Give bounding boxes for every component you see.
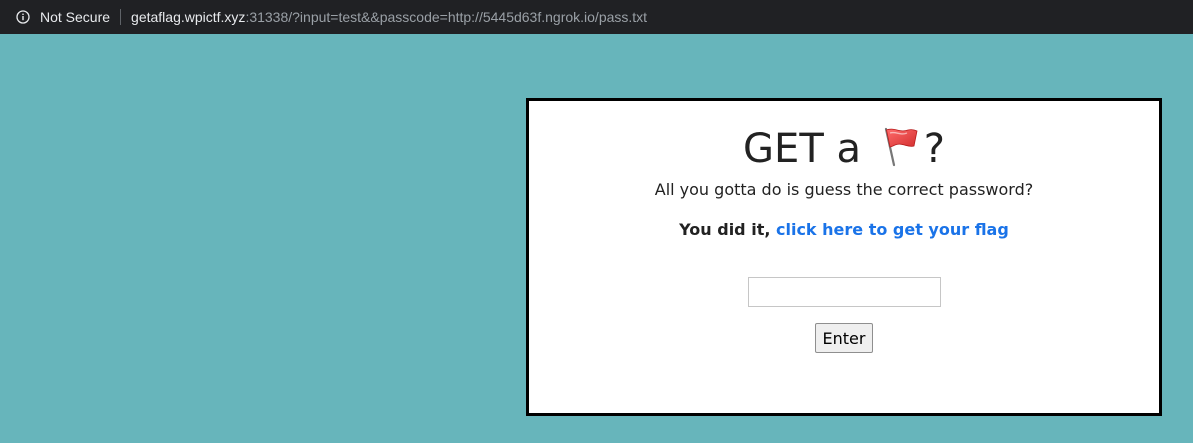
info-icon[interactable] bbox=[16, 10, 30, 24]
title-suffix: ? bbox=[923, 126, 945, 172]
browser-address-bar[interactable]: Not Secure getaflag.wpictf.xyz:31338/?in… bbox=[0, 0, 1193, 34]
url-path: :31338/?input=test&&passcode=http://5445… bbox=[245, 9, 648, 25]
address-separator bbox=[120, 9, 122, 25]
url-host: getaflag.wpictf.xyz bbox=[131, 9, 246, 25]
subtitle: All you gotta do is guess the correct pa… bbox=[654, 180, 1034, 199]
login-panel: GET a ? All you gotta do is guess the co… bbox=[526, 98, 1162, 416]
title-prefix: GET a bbox=[743, 126, 874, 172]
password-input[interactable] bbox=[747, 277, 941, 307]
page-title: GET a ? bbox=[529, 123, 1159, 175]
get-flag-link[interactable]: click here to get your flag bbox=[776, 220, 1009, 239]
red-flag-icon bbox=[878, 124, 922, 168]
success-text: You did it, bbox=[679, 220, 776, 239]
enter-button[interactable]: Enter bbox=[814, 323, 874, 353]
security-status-label[interactable]: Not Secure bbox=[40, 9, 110, 25]
success-message: You did it, click here to get your flag bbox=[529, 219, 1159, 241]
url-text[interactable]: getaflag.wpictf.xyz:31338/?input=test&&p… bbox=[131, 9, 647, 25]
